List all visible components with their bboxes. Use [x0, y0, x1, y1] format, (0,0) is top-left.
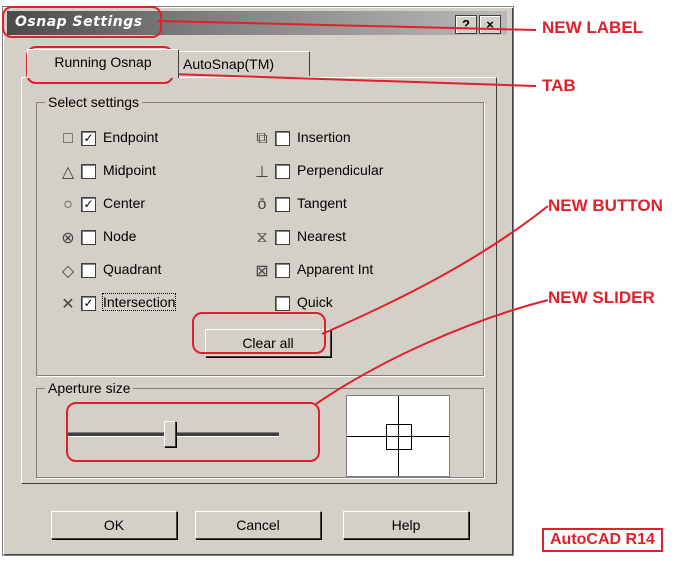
version-badge: AutoCAD R14 — [542, 528, 663, 552]
tab-running-osnap[interactable]: Running Osnap — [27, 49, 179, 78]
callout-line-label — [157, 20, 537, 31]
callout-new-slider: NEW SLIDER — [548, 288, 655, 307]
callout-tab: TAB — [542, 76, 576, 95]
callout-new-button: NEW BUTTON — [548, 196, 663, 215]
callout-new-label: NEW LABEL — [542, 18, 644, 37]
callout-line-tab — [169, 73, 537, 87]
callout-line-button — [321, 205, 549, 335]
callout-line-slider — [315, 299, 549, 405]
callout-lines — [157, 20, 549, 405]
